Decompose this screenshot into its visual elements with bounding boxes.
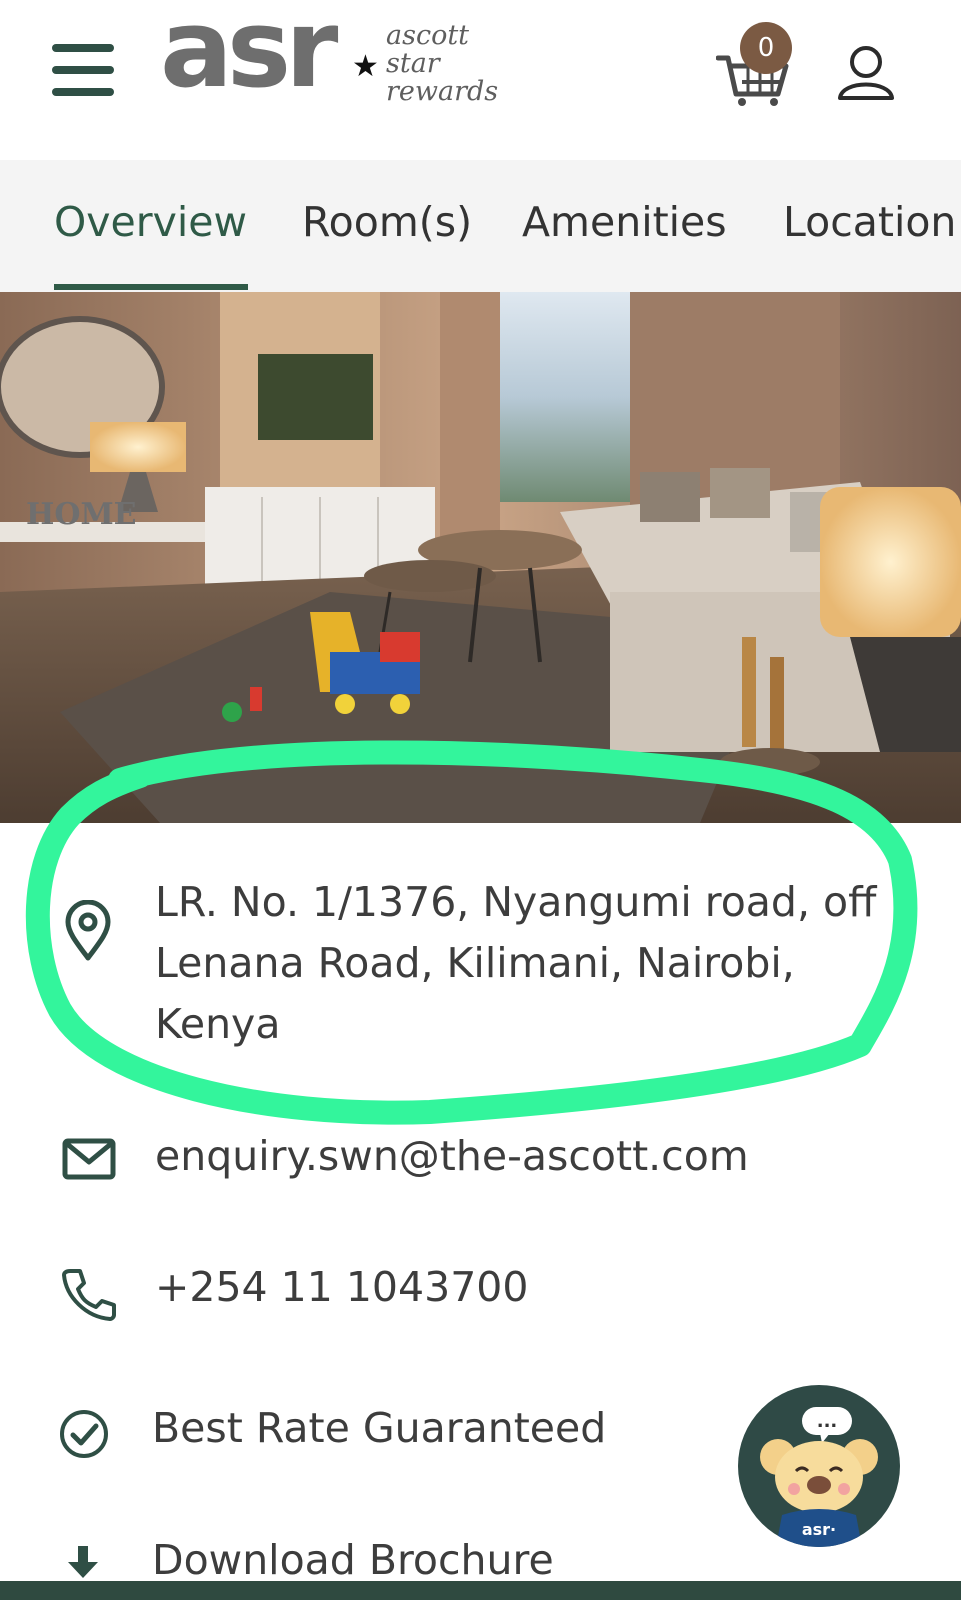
asr-logo[interactable]: asr ★ ascott star rewards [160,0,540,118]
property-tabs: Overview Room(s) Amenities Location [0,160,961,292]
phone-icon [62,1269,116,1321]
chat-bubble-text: ... [817,1411,838,1432]
cart-button[interactable]: 0 [716,22,796,106]
email-link[interactable]: enquiry.swn@the-ascott.com [155,1126,749,1187]
tab-amenities[interactable]: Amenities [522,198,727,246]
bottom-bar [0,1581,961,1600]
hamburger-menu-icon[interactable] [52,44,114,98]
user-icon [838,46,894,100]
location-pin-icon [65,900,111,961]
download-arrow-icon [68,1546,98,1578]
cart-count-badge: 0 [740,22,792,74]
koala-mascot-icon: ... asr· [760,1407,878,1547]
tab-location[interactable]: Location [783,198,956,246]
best-rate-label: Best Rate Guaranteed [152,1404,607,1452]
active-tab-indicator [54,284,248,290]
logo-mark: asr [160,0,338,112]
address-line-2: Lenana Road, Kilimani, Nairobi, [155,939,795,987]
phone-link[interactable]: +254 11 1043700 [155,1257,528,1318]
property-hero-image[interactable]: HOME [0,292,961,823]
address-line-3: Kenya [155,1000,281,1048]
address-line-1: LR. No. 1/1376, Nyangumi road, off [155,878,877,926]
star-icon: ★ [352,49,379,84]
envelope-icon [62,1138,116,1180]
mascot-shirt-label: asr· [802,1520,836,1539]
logo-wordmark: ascott star rewards [386,20,499,107]
wall-sign: HOME [26,497,137,532]
address-row: LR. No. 1/1376, Nyangumi road, off Lenan… [0,872,961,1062]
tab-rooms[interactable]: Room(s) [302,198,472,246]
app-header: asr ★ ascott star rewards 0 [0,0,961,160]
chat-assistant-button[interactable]: ... asr· [738,1385,900,1547]
phone-row[interactable]: +254 11 1043700 [0,1257,961,1327]
check-circle-icon [60,1410,108,1458]
account-button[interactable] [836,44,896,102]
tab-overview[interactable]: Overview [54,198,247,246]
email-row[interactable]: enquiry.swn@the-ascott.com [0,1126,961,1196]
